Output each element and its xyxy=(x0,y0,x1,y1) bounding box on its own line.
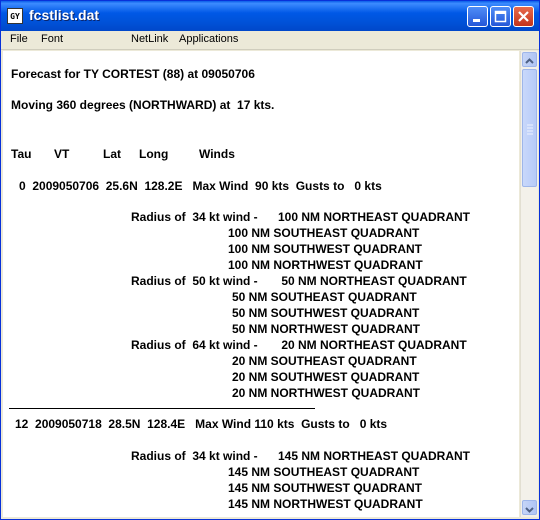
quadrant-nw: 145 NM NORTHWEST QUADRANT xyxy=(228,497,423,511)
quadrant-se: 50 NM SOUTHEAST QUADRANT xyxy=(232,290,417,304)
col-long: Long xyxy=(139,147,169,161)
forecast-header: Forecast for TY CORTEST (88) at 09050706 xyxy=(11,67,255,81)
wind-radius-label: Radius of 50 kt wind - xyxy=(131,274,258,288)
col-tau: Tau xyxy=(11,147,32,161)
menu-applications[interactable]: Applications xyxy=(179,33,238,45)
quadrant-nw: 50 NM NORTHWEST QUADRANT xyxy=(232,322,420,336)
app-icon[interactable]: GY xyxy=(7,8,23,24)
scroll-thumb[interactable] xyxy=(522,69,537,187)
quadrant-sw: 100 NM SOUTHWEST QUADRANT xyxy=(228,242,423,256)
maximize-button[interactable] xyxy=(490,6,511,27)
quadrant-nw: 100 NM NORTHWEST QUADRANT xyxy=(228,258,423,272)
forecast-summary: 12 2009050718 28.5N 128.4E Max Wind 110 … xyxy=(15,417,388,431)
arrow-down-icon xyxy=(525,507,534,513)
quadrant-se: 145 NM SOUTHEAST QUADRANT xyxy=(228,465,420,479)
quadrant-ne: 100 NM NORTHEAST QUADRANT xyxy=(278,210,471,224)
menu-bar: File Font NetLink Applications xyxy=(1,31,539,50)
wind-radius-label: Radius of 34 kt wind - xyxy=(131,449,258,463)
scroll-up-button[interactable] xyxy=(522,52,537,67)
text-display[interactable]: Forecast for TY CORTEST (88) at 09050706… xyxy=(3,51,519,517)
col-winds: Winds xyxy=(199,147,235,161)
quadrant-sw: 50 NM SOUTHWEST QUADRANT xyxy=(232,306,420,320)
quadrant-ne: 20 NM NORTHEAST QUADRANT xyxy=(278,338,467,352)
menu-netlink[interactable]: NetLink xyxy=(131,33,168,45)
motion-line: Moving 360 degrees (NORTHWARD) at 17 kts… xyxy=(11,98,275,112)
col-vt: VT xyxy=(54,147,70,161)
wind-radius-label: Radius of 34 kt wind - xyxy=(131,210,258,224)
quadrant-ne: 50 NM NORTHEAST QUADRANT xyxy=(278,274,467,288)
quadrant-se: 100 NM SOUTHEAST QUADRANT xyxy=(228,226,420,240)
minimize-icon xyxy=(473,19,480,22)
close-icon xyxy=(518,11,529,22)
arrow-up-icon xyxy=(525,58,534,64)
menu-file[interactable]: File xyxy=(10,33,28,45)
col-lat: Lat xyxy=(103,147,121,161)
grip-icon xyxy=(527,124,533,135)
wind-radius-label: Radius of 64 kt wind - xyxy=(131,338,258,352)
scroll-down-button[interactable] xyxy=(522,500,537,515)
quadrant-se: 20 NM SOUTHEAST QUADRANT xyxy=(232,354,417,368)
maximize-icon xyxy=(494,10,507,23)
forecast-summary: 0 2009050706 25.6N 128.2E Max Wind 90 kt… xyxy=(19,179,382,193)
quadrant-sw: 20 NM SOUTHWEST QUADRANT xyxy=(232,370,420,384)
menu-font[interactable]: Font xyxy=(41,33,63,45)
title-bar[interactable]: GY fcstlist.dat xyxy=(1,1,539,31)
window-title: fcstlist.dat xyxy=(29,7,100,23)
close-button[interactable] xyxy=(513,6,534,27)
separator-line xyxy=(9,408,315,409)
vertical-scrollbar[interactable] xyxy=(520,51,538,517)
app-window: GY fcstlist.dat File Font NetLink Applic… xyxy=(0,0,540,520)
minimize-button[interactable] xyxy=(467,6,488,27)
quadrant-sw: 145 NM SOUTHWEST QUADRANT xyxy=(228,481,423,495)
quadrant-ne: 145 NM NORTHEAST QUADRANT xyxy=(278,449,471,463)
quadrant-nw: 20 NM NORTHWEST QUADRANT xyxy=(232,386,420,400)
